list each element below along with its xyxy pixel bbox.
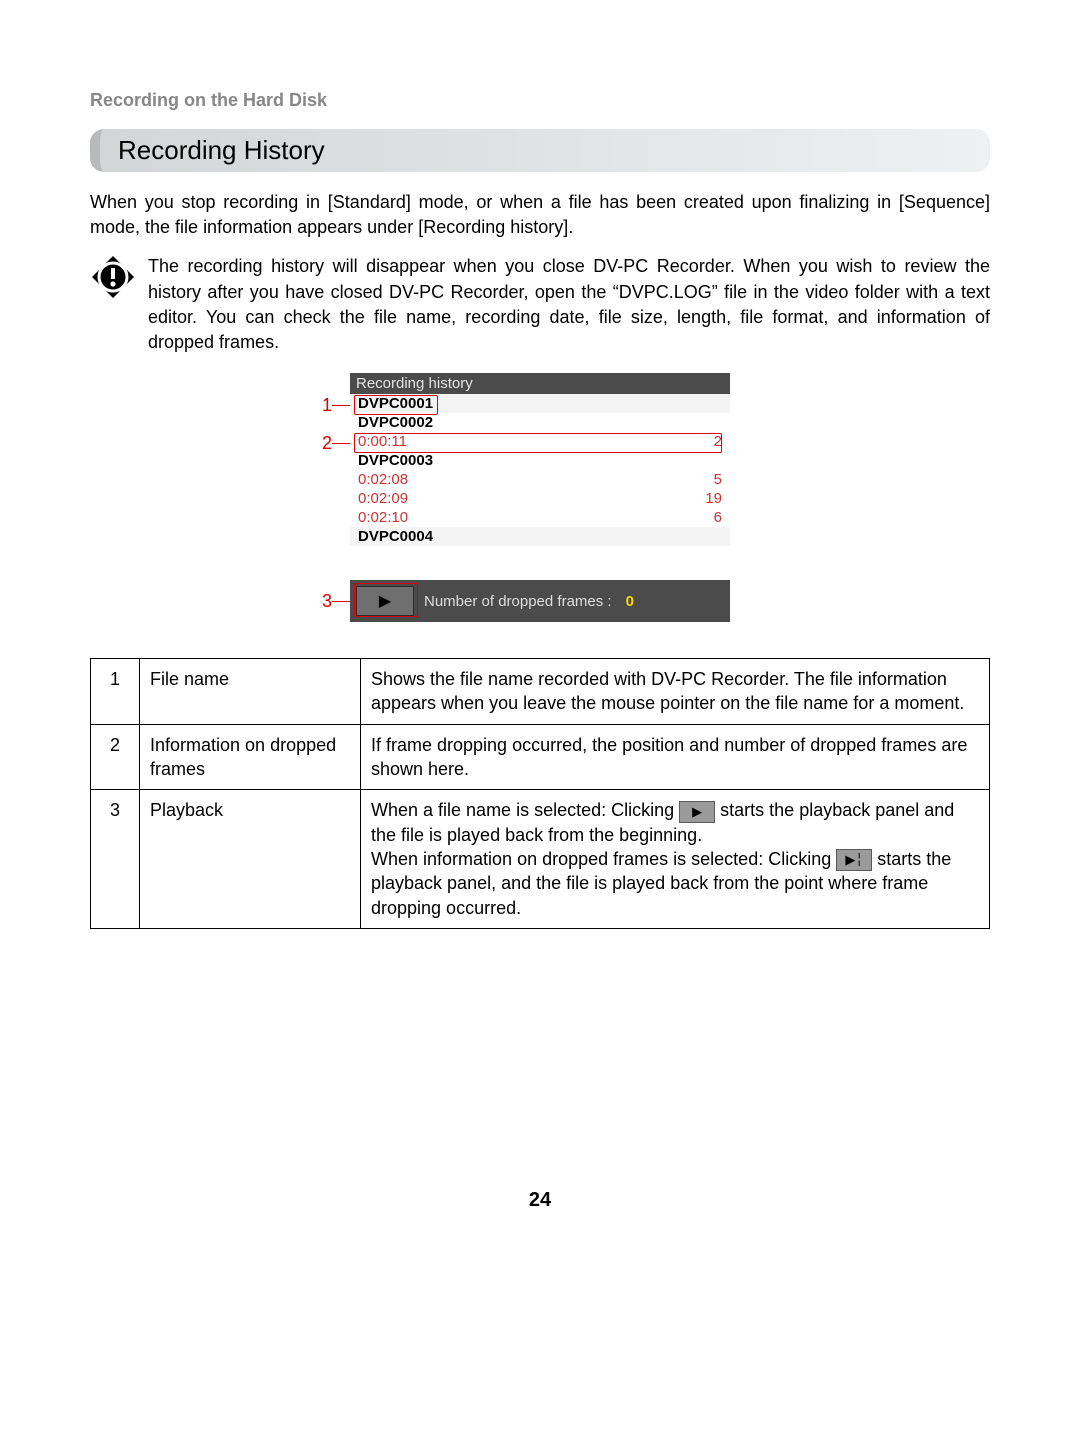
ref-desc: When a file name is selected: Clicking ▶… [361, 790, 990, 928]
play-seek-icon: ▶╎ [845, 851, 863, 869]
page-number: 24 [90, 1189, 990, 1212]
table-row: 3 Playback When a file name is selected:… [91, 790, 990, 928]
warning-icon [90, 254, 136, 355]
play-seek-button-inline[interactable]: ▶╎ [836, 849, 872, 871]
callout-line [332, 601, 350, 602]
dropped-count: 2 [714, 433, 722, 450]
ref-label: File name [140, 659, 361, 725]
ref-desc: If frame dropping occurred, the position… [361, 724, 990, 790]
ref-label: Information on dropped frames [140, 724, 361, 790]
ref-desc: Shows the file name recorded with DV-PC … [361, 659, 990, 725]
ref-number: 2 [91, 724, 140, 790]
dropped-count: 6 [714, 509, 722, 526]
play-icon: ▶ [379, 591, 391, 611]
list-item[interactable]: DVPC0001 [358, 395, 433, 412]
dropped-time[interactable]: 0:02:10 [358, 509, 408, 526]
recording-history-screenshot: 1 2 3 Recording history DVPC0001 DVPC000… [350, 373, 730, 622]
dropped-time[interactable]: 0:00:11 [358, 433, 407, 450]
dropped-frames-label: Number of dropped frames : [424, 593, 612, 610]
ref-number: 3 [91, 790, 140, 928]
list-item[interactable]: DVPC0004 [358, 528, 433, 545]
play-icon: ▶ [692, 803, 702, 821]
play-button-inline[interactable]: ▶ [679, 801, 715, 823]
dropped-count: 19 [705, 490, 722, 507]
section-title: Recording History [90, 129, 990, 172]
ref-number: 1 [91, 659, 140, 725]
reference-table: 1 File name Shows the file name recorded… [90, 658, 990, 929]
callout-1: 1 [312, 395, 332, 416]
note-text: The recording history will disappear whe… [148, 254, 990, 355]
dropped-time[interactable]: 0:02:08 [358, 471, 408, 488]
dropped-frames-count: 0 [626, 593, 634, 610]
list-item[interactable]: DVPC0002 [358, 414, 433, 431]
callout-line [332, 443, 350, 444]
breadcrumb-heading: Recording on the Hard Disk [90, 90, 990, 111]
callout-line [332, 405, 350, 406]
callout-3: 3 [312, 591, 332, 612]
table-row: 1 File name Shows the file name recorded… [91, 659, 990, 725]
dropped-time[interactable]: 0:02:09 [358, 490, 408, 507]
callout-2: 2 [312, 433, 332, 454]
list-item[interactable]: DVPC0003 [358, 452, 433, 469]
dropped-count: 5 [714, 471, 722, 488]
desc-text: When a file name is selected: Clicking [371, 800, 679, 820]
panel-title: Recording history [350, 373, 730, 394]
play-button[interactable]: ▶ [356, 586, 414, 616]
desc-text: When information on dropped frames is se… [371, 849, 836, 869]
intro-paragraph: When you stop recording in [Standard] mo… [90, 190, 990, 240]
table-row: 2 Information on dropped frames If frame… [91, 724, 990, 790]
ref-label: Playback [140, 790, 361, 928]
